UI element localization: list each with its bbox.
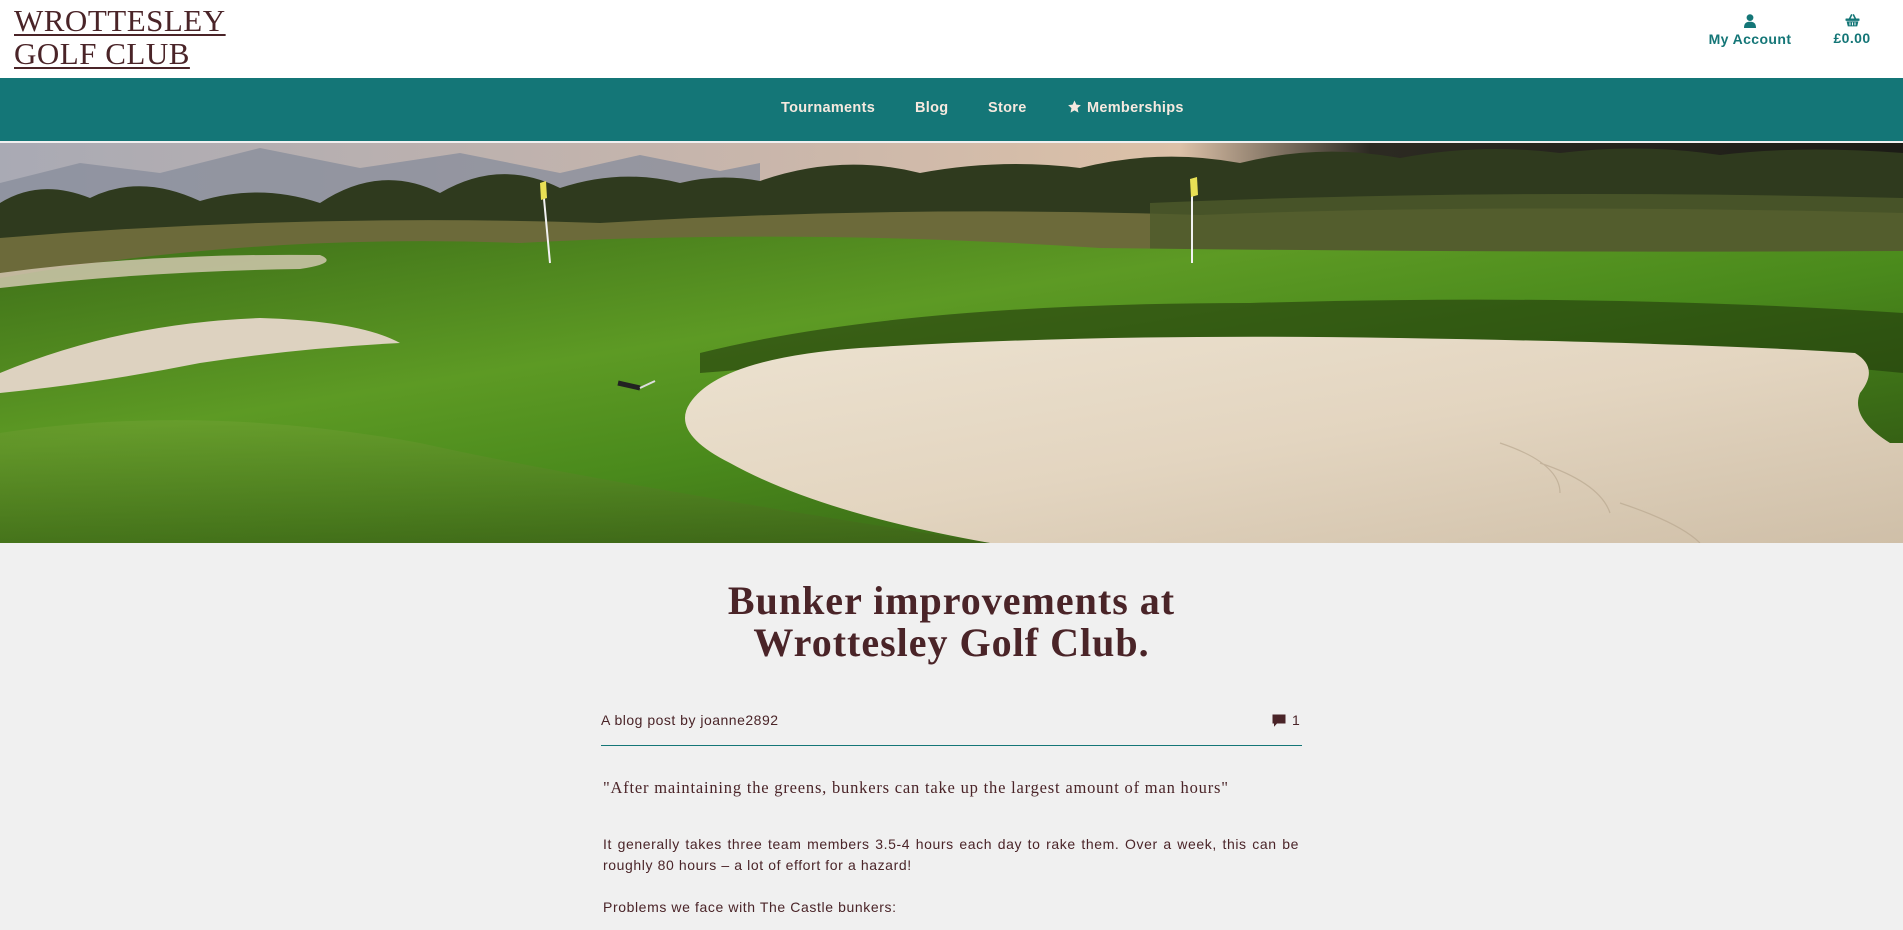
byline-divider: [601, 745, 1302, 746]
nav-item-tournaments[interactable]: Tournaments: [781, 100, 875, 116]
nav-item-store[interactable]: Store: [988, 100, 1027, 116]
post-title-line-1: Bunker improvements at: [727, 578, 1176, 623]
post-quote: "After maintaining the greens, bunkers c…: [603, 778, 1229, 797]
my-account-label: My Account: [1708, 31, 1792, 47]
nav-item-blog[interactable]: Blog: [915, 100, 948, 116]
golf-course-photo: [0, 143, 1903, 543]
site-logo-link[interactable]: WROTTESLEY GOLF CLUB: [14, 4, 226, 70]
shopping-basket-icon: [1845, 14, 1859, 27]
post-title-line-2: Wrottesley Golf Club.: [753, 620, 1150, 665]
hero-image: [0, 143, 1903, 543]
brand-line-2: GOLF CLUB: [14, 36, 190, 71]
nav-memberships-label: Memberships: [1087, 100, 1184, 116]
comment-icon: [1272, 714, 1286, 727]
nav-item-memberships[interactable]: Memberships: [1067, 100, 1184, 116]
comment-count: 1: [1292, 712, 1300, 728]
comment-count-link[interactable]: 1: [1272, 712, 1300, 728]
site-header: WROTTESLEY GOLF CLUB My Account £0.00: [0, 0, 1903, 78]
brand-line-1: WROTTESLEY: [14, 3, 226, 38]
post-title: Bunker improvements at Wrottesley Golf C…: [600, 580, 1303, 664]
main-nav: Tournaments Blog Store Memberships: [0, 78, 1903, 141]
user-icon: [1744, 14, 1756, 28]
basket-link[interactable]: £0.00: [1820, 14, 1884, 46]
basket-total: £0.00: [1833, 30, 1871, 46]
my-account-link[interactable]: My Account: [1700, 14, 1800, 47]
star-icon: [1068, 100, 1081, 113]
post-paragraph-2: Problems we face with The Castle bunkers…: [603, 899, 897, 915]
post-paragraph-1: It generally takes three team members 3.…: [603, 836, 1299, 873]
post-byline: A blog post by joanne2892: [601, 712, 779, 728]
